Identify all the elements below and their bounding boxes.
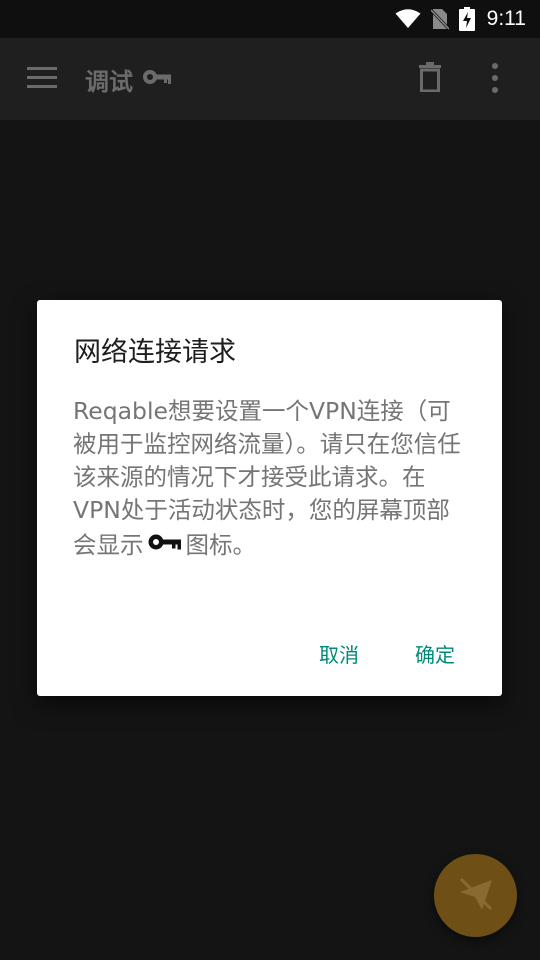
confirm-button[interactable]: 确定 — [415, 639, 455, 668]
app-bar: 调试 — [0, 38, 540, 120]
dialog-message-text: Reqable想要设置一个VPN连接（可被用于监控网络流量）。请只在您信任该来源… — [73, 397, 461, 559]
menu-icon[interactable] — [27, 67, 57, 89]
delete-icon[interactable] — [418, 62, 442, 96]
status-bar: 9:11 — [0, 0, 540, 38]
more-vert-icon[interactable] — [488, 62, 502, 98]
dialog-message: Reqable想要设置一个VPN连接（可被用于监控网络流量）。请只在您信任该来源… — [73, 395, 465, 566]
vpn-key-icon — [142, 68, 172, 90]
vpn-request-dialog: 网络连接请求 Reqable想要设置一个VPN连接（可被用于监控网络流量）。请只… — [37, 300, 502, 696]
battery-charging-icon — [458, 7, 475, 31]
vpn-key-icon — [148, 527, 182, 560]
dialog-message-suffix: 图标。 — [185, 531, 257, 559]
cancel-button[interactable]: 取消 — [319, 639, 359, 668]
status-time: 9:11 — [486, 7, 526, 30]
wifi-icon — [395, 9, 421, 29]
no-sim-icon — [430, 8, 449, 30]
fab-button[interactable] — [434, 854, 517, 937]
send-off-icon — [456, 874, 496, 918]
dialog-title: 网络连接请求 — [74, 337, 236, 368]
page-title: 调试 — [85, 68, 133, 96]
